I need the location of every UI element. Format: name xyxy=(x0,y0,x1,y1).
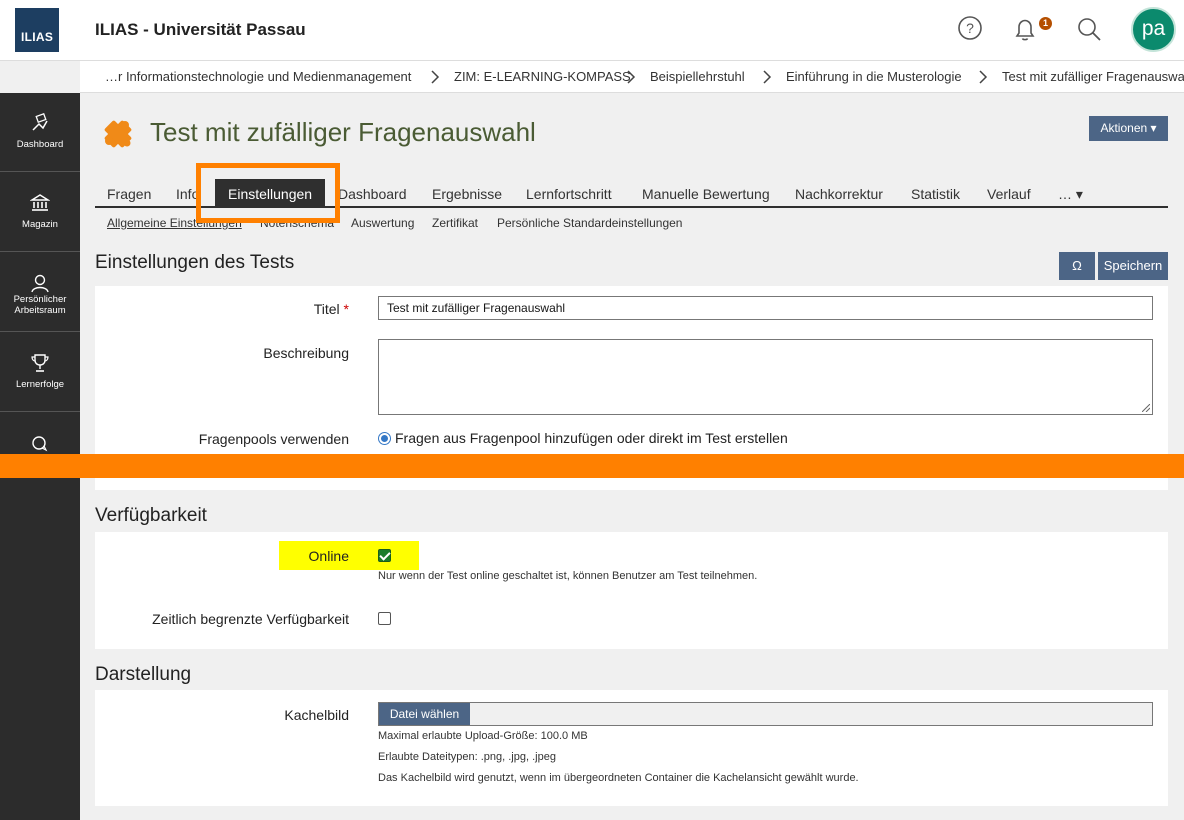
tab-manuelle-bewertung[interactable]: Manuelle Bewertung xyxy=(642,186,770,202)
chevron-right-icon xyxy=(979,70,988,84)
annotation-band xyxy=(0,454,1184,478)
tab-verlauf[interactable]: Verlauf xyxy=(987,186,1031,202)
sidebar-item-dashboard[interactable]: Dashboard xyxy=(0,93,80,172)
breadcrumb-item[interactable]: …r Informationstechnologie und Medienman… xyxy=(105,69,411,84)
svg-text:?: ? xyxy=(966,20,974,36)
sidebar-item-personal-workspace[interactable]: Persönlicher Arbeitsraum xyxy=(0,253,80,332)
question-pools-radio[interactable] xyxy=(378,432,391,445)
trophy-icon xyxy=(31,354,49,372)
special-characters-button[interactable]: Ω xyxy=(1059,252,1095,280)
bank-icon xyxy=(30,194,50,211)
breadcrumb-item[interactable]: ZIM: E-LEARNING-KOMPASS xyxy=(454,69,631,84)
tab-dashboard[interactable]: Dashboard xyxy=(338,186,407,202)
tab-ergebnisse[interactable]: Ergebnisse xyxy=(432,186,502,202)
app-title: ILIAS - Universität Passau xyxy=(95,20,306,39)
breadcrumb-item[interactable]: Beispiellehrstuhl xyxy=(650,69,745,84)
chevron-right-icon xyxy=(431,70,440,84)
online-checkbox[interactable] xyxy=(378,549,391,562)
help-icon[interactable]: ? xyxy=(956,14,986,44)
subtab-auswertung[interactable]: Auswertung xyxy=(351,216,414,230)
online-label: Online xyxy=(308,548,349,564)
user-icon xyxy=(31,274,49,293)
notification-badge: 1 xyxy=(1039,17,1052,30)
upload-size-help: Maximal erlaubte Upload-Größe: 100.0 MB xyxy=(378,730,588,742)
breadcrumb-current[interactable]: Test mit zufälliger Fragenauswahl xyxy=(1002,69,1184,84)
limited-availability-checkbox[interactable] xyxy=(378,612,391,625)
breadcrumb: …r Informationstechnologie und Medienman… xyxy=(80,61,1184,93)
dashboard-icon xyxy=(32,113,48,131)
sidebar-item-magazin[interactable]: Magazin xyxy=(0,173,80,252)
tab-statistik[interactable]: Statistik xyxy=(911,186,960,202)
sidebar-item-lernerfolge[interactable]: Lernerfolge xyxy=(0,333,80,412)
chat-icon xyxy=(32,436,48,452)
bell-icon[interactable] xyxy=(1010,14,1040,44)
ilias-logo[interactable]: ILIAS xyxy=(15,8,59,52)
choose-file-button[interactable]: Datei wählen xyxy=(379,703,470,725)
tab-lernfortschritt[interactable]: Lernfortschritt xyxy=(526,186,612,202)
tab-nachkorrektur[interactable]: Nachkorrektur xyxy=(795,186,883,202)
top-header: ILIAS ILIAS - Universität Passau ? 1 pa xyxy=(0,0,1184,61)
breadcrumb-item[interactable]: Einführung in die Musterologie xyxy=(786,69,962,84)
tab-fragen[interactable]: Fragen xyxy=(107,186,151,202)
annotation-box xyxy=(196,163,340,223)
title-input[interactable]: Test mit zufälliger Fragenauswahl xyxy=(378,296,1153,320)
description-label: Beschreibung xyxy=(263,345,349,361)
sidebar-item-communication[interactable] xyxy=(0,413,80,492)
tile-image-file-input[interactable]: Datei wählen xyxy=(378,702,1153,726)
subtab-zertifikat[interactable]: Zertifikat xyxy=(432,216,478,230)
availability-panel xyxy=(95,532,1168,649)
puzzle-icon xyxy=(104,120,132,148)
presentation-heading: Darstellung xyxy=(95,664,192,685)
page-title: Test mit zufälliger Fragenauswahl xyxy=(150,117,536,147)
title-label: Titel * xyxy=(313,301,349,317)
resize-handle-icon[interactable] xyxy=(1142,404,1150,412)
availability-heading: Verfügbarkeit xyxy=(95,505,207,526)
actions-dropdown-button[interactable]: Aktionen ▾ xyxy=(1089,116,1168,141)
chevron-right-icon xyxy=(763,70,772,84)
file-types-help: Erlaubte Dateitypen: .png, .jpg, .jpeg xyxy=(378,751,556,763)
limited-availability-label: Zeitlich begrenzte Verfügbarkeit xyxy=(152,611,349,627)
online-help-text: Nur wenn der Test online geschaltet ist,… xyxy=(378,570,758,582)
tab-more[interactable]: … ▾ xyxy=(1058,186,1083,203)
tile-view-help: Das Kachelbild wird genutzt, wenn im übe… xyxy=(378,772,859,784)
user-avatar[interactable]: pa xyxy=(1131,7,1176,52)
description-textarea[interactable] xyxy=(378,339,1153,415)
question-pools-label: Fragenpools verwenden xyxy=(198,431,349,447)
subtab-persoenliche-standardeinstellungen[interactable]: Persönliche Standardeinstellungen xyxy=(497,216,682,230)
settings-heading: Einstellungen des Tests xyxy=(95,252,295,273)
save-button[interactable]: Speichern xyxy=(1098,252,1168,280)
search-icon[interactable] xyxy=(1075,14,1105,44)
chevron-right-icon xyxy=(627,70,636,84)
tile-image-label: Kachelbild xyxy=(284,707,349,723)
question-pools-option-label[interactable]: Fragen aus Fragenpool hinzufügen oder di… xyxy=(395,430,788,446)
